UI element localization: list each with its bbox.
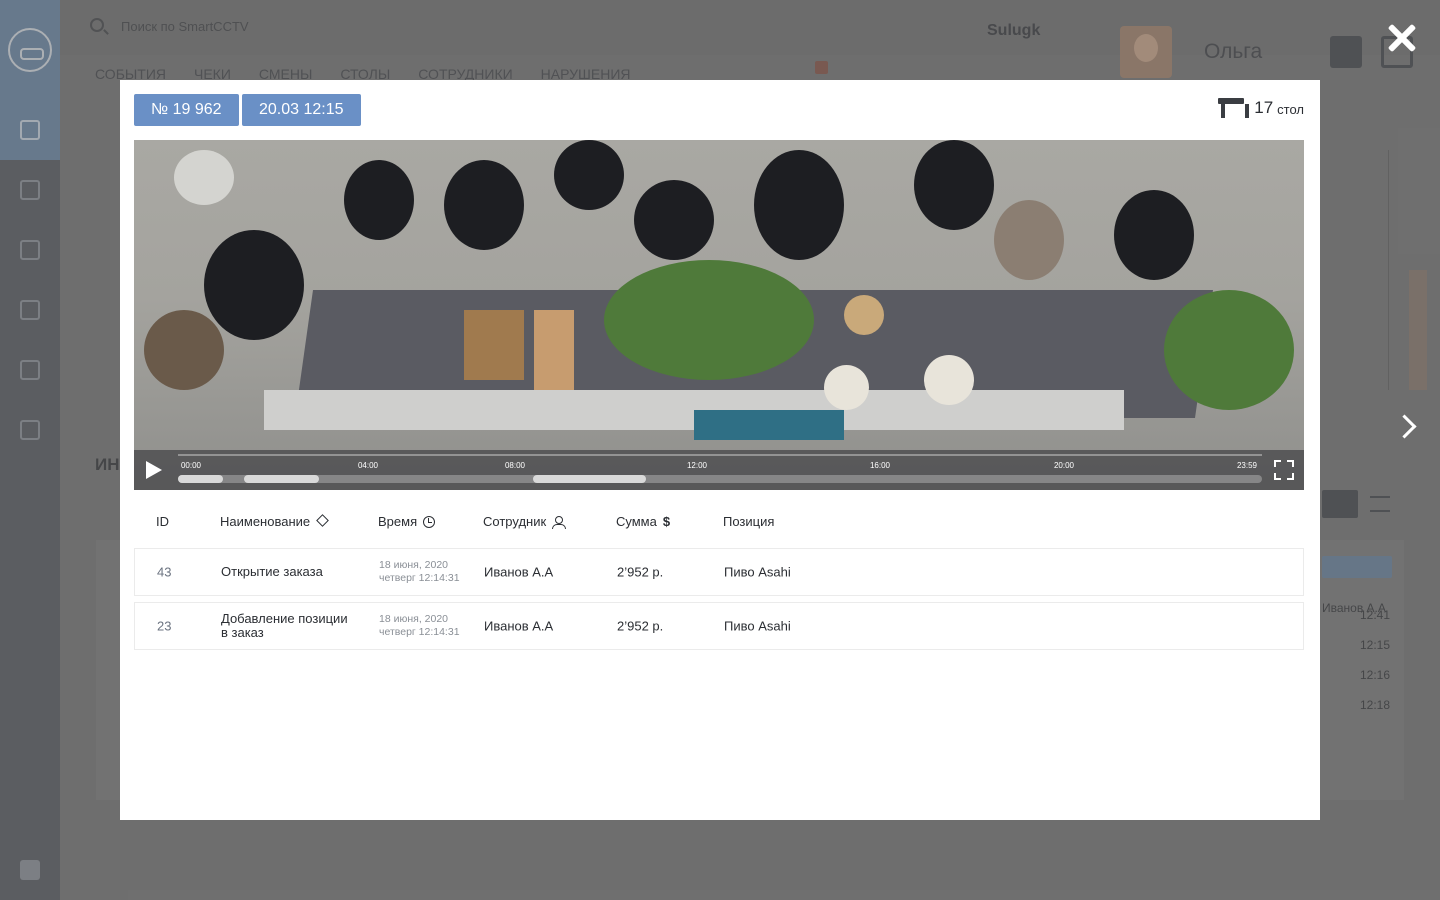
row-day-time: четверг 12:14:31 (379, 572, 460, 584)
row-date: 18 июня, 2020 (379, 613, 449, 625)
close-icon[interactable] (1386, 22, 1418, 54)
timeline-ruler (178, 454, 1262, 456)
video-scene-person (554, 140, 624, 210)
video-scene-plant (1164, 290, 1294, 410)
timeline[interactable]: 00:00 04:00 08:00 12:00 16:00 20:00 23:5… (178, 454, 1262, 488)
row-day-time: четверг 12:14:31 (379, 626, 460, 638)
video-scene-person (634, 180, 714, 260)
timeline-segment[interactable] (244, 475, 319, 483)
table-row[interactable]: 23 Добавление позиции в заказ 18 июня, 2… (134, 602, 1304, 650)
table-header: ID Наименование Время Сотрудник Сумма $ П… (134, 512, 1304, 542)
row-name: Добавление позиции в заказ (221, 612, 348, 640)
play-icon[interactable] (146, 461, 162, 479)
video-scene-plate (924, 355, 974, 405)
col-employee[interactable]: Сотрудник (483, 514, 567, 529)
timeline-tick: 04:00 (357, 461, 379, 470)
row-name-line1: Открытие заказа (221, 564, 323, 579)
timeline-tick: 16:00 (869, 461, 891, 470)
layers-icon (316, 516, 328, 528)
row-name: Открытие заказа (221, 565, 323, 579)
row-position: Пиво Asahi (724, 564, 791, 580)
video-scene-person (754, 150, 844, 260)
user-icon (552, 515, 567, 529)
player-controls: 00:00 04:00 08:00 12:00 16:00 20:00 23:5… (134, 450, 1304, 490)
col-employee-label: Сотрудник (483, 514, 547, 529)
timeline-tick: 00:00 (180, 461, 202, 470)
timeline-tick: 08:00 (504, 461, 526, 470)
col-sum-label: Сумма (616, 514, 657, 529)
video-scene-person (444, 160, 524, 250)
video-scene-plant (604, 260, 814, 380)
table-label: стол (1277, 102, 1304, 117)
timeline-segment[interactable] (178, 475, 223, 483)
col-id-label: ID (156, 514, 169, 529)
table-info: 17 стол (1218, 98, 1304, 118)
chevron-right-icon[interactable] (1394, 412, 1418, 442)
col-sum[interactable]: Сумма $ (616, 514, 670, 529)
timeline-tick: 20:00 (1053, 461, 1075, 470)
row-employee: Иванов А.А (484, 618, 554, 634)
timeline-track[interactable] (178, 475, 1262, 483)
order-number-badge: № 19 962 (134, 94, 239, 126)
col-position-label: Позиция (723, 514, 775, 529)
video-scene-person (914, 140, 994, 230)
row-sum: 2’952 р. (617, 564, 664, 580)
timeline-segment[interactable] (533, 475, 646, 483)
clock-icon (423, 515, 436, 528)
video-scene-tray (534, 310, 574, 390)
video-scene-plate (824, 365, 869, 410)
col-time[interactable]: Время (378, 514, 436, 529)
row-sum: 2’952 р. (617, 618, 664, 634)
fullscreen-icon[interactable] (1274, 460, 1294, 480)
video-scene-tray (464, 310, 524, 380)
row-employee: Иванов А.А (484, 564, 554, 580)
row-date: 18 июня, 2020 (379, 559, 449, 571)
row-name-line2: в заказ (221, 625, 264, 640)
col-position[interactable]: Позиция (723, 514, 774, 529)
row-id: 43 (157, 564, 172, 580)
table-icon (1218, 98, 1250, 118)
video-scene-plant (144, 310, 224, 390)
events-table: ID Наименование Время Сотрудник Сумма $ П… (134, 512, 1304, 650)
table-row[interactable]: 43 Открытие заказа 18 июня, 2020 четверг… (134, 548, 1304, 596)
col-name-label: Наименование (220, 514, 311, 529)
order-datetime-badge: 20.03 12:15 (242, 94, 361, 126)
timeline-tick: 12:00 (686, 461, 708, 470)
dollar-icon: $ (662, 514, 671, 529)
col-time-label: Время (378, 514, 418, 529)
video-scene-person (344, 160, 414, 240)
video-scene-person (994, 200, 1064, 280)
row-position: Пиво Asahi (724, 618, 791, 634)
video-scene-person (1114, 190, 1194, 280)
video-scene-plate (844, 295, 884, 335)
row-time: 18 июня, 2020 четверг 12:14:31 (379, 613, 460, 639)
video-player[interactable]: 00:00 04:00 08:00 12:00 16:00 20:00 23:5… (134, 140, 1304, 490)
col-name[interactable]: Наименование (220, 514, 328, 529)
timeline-tick: 23:59 (1236, 461, 1258, 470)
event-modal: № 19 962 20.03 12:15 17 стол 00:00 04:00… (120, 80, 1320, 820)
video-scene-display (694, 410, 844, 440)
table-number: 17 (1254, 98, 1274, 117)
video-scene-person (174, 150, 234, 205)
col-id[interactable]: ID (156, 514, 169, 529)
row-time: 18 июня, 2020 четверг 12:14:31 (379, 559, 460, 585)
video-scene-person (204, 230, 304, 340)
row-name-line1: Добавление позиции (221, 611, 348, 626)
row-id: 23 (157, 618, 172, 634)
